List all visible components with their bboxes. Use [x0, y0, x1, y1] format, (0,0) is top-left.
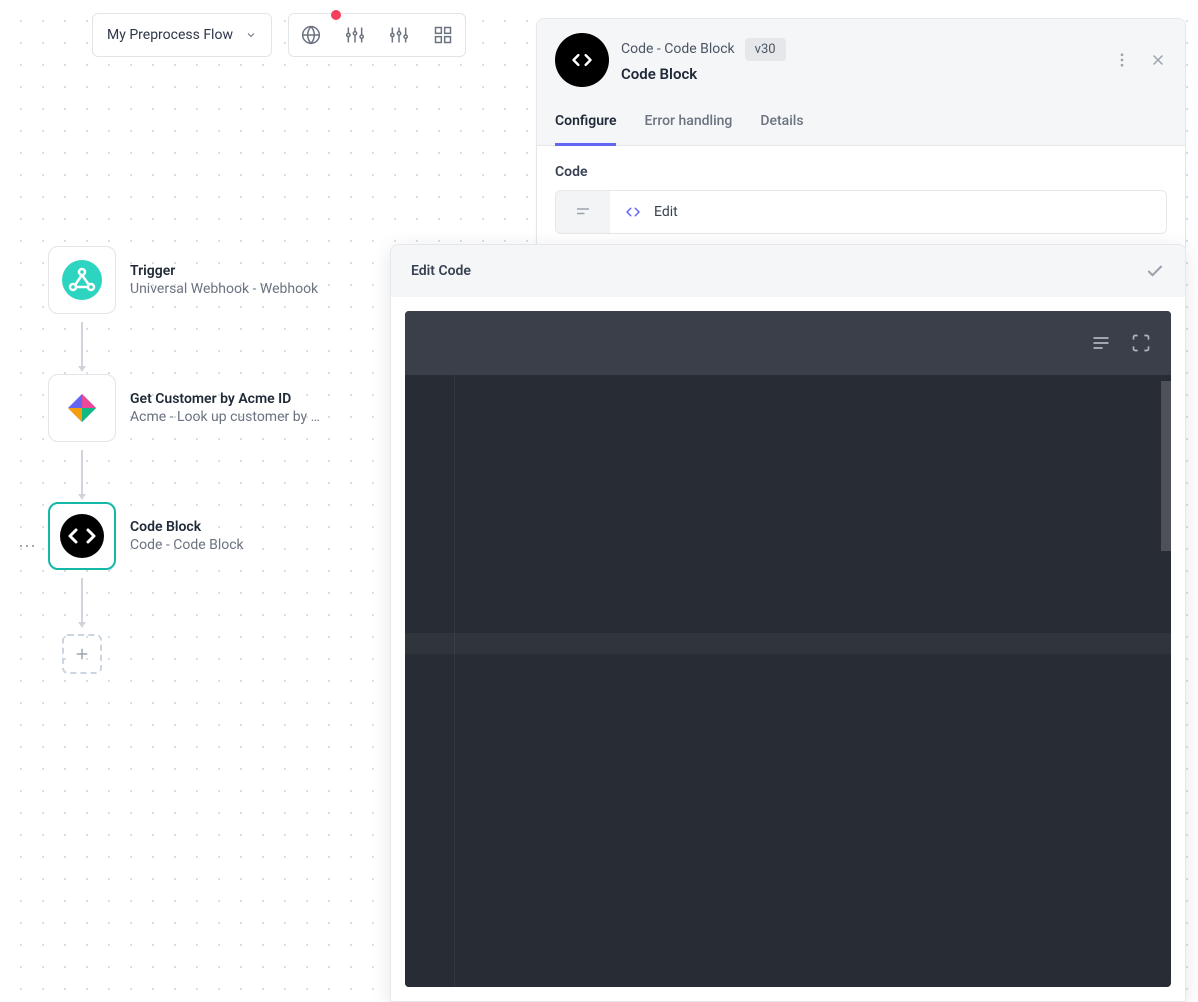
node-title: Trigger [130, 263, 318, 279]
panel-close-button[interactable] [1149, 51, 1167, 69]
flow-selector-dropdown[interactable]: My Preprocess Flow [92, 13, 272, 57]
sliders-button-1[interactable] [333, 13, 377, 57]
acme-icon [65, 391, 99, 425]
node-title: Code Block [130, 519, 244, 535]
node-icon-webhook [48, 246, 116, 314]
node-subtitle: Universal Webhook - Webhook [130, 281, 318, 297]
code-icon [568, 46, 596, 74]
node-subtitle: Code - Code Block [130, 537, 244, 553]
code-editor[interactable] [405, 311, 1171, 987]
grid-button[interactable] [421, 13, 465, 57]
globe-button[interactable] [289, 13, 333, 57]
node-icon-acme [48, 374, 116, 442]
edit-label: Edit [654, 204, 678, 220]
code-icon [59, 513, 105, 559]
node-title: Get Customer by Acme ID [130, 391, 320, 407]
code-input-row: Edit [555, 190, 1167, 234]
node-label: Trigger Universal Webhook - Webhook [130, 263, 318, 297]
version-badge: v30 [745, 38, 786, 61]
plus-icon [73, 645, 91, 663]
editor-title: Edit Code [411, 263, 471, 279]
breadcrumb-text: Code - Code Block [621, 41, 735, 57]
sliders-icon [389, 25, 409, 45]
flow-name-label: My Preprocess Flow [107, 27, 233, 43]
flow-node-code-block[interactable]: Code Block Code - Code Block [48, 502, 320, 570]
tab-details[interactable]: Details [760, 103, 803, 145]
panel-header: Code - Code Block v30 Code Block [537, 19, 1185, 93]
top-toolbar: My Preprocess Flow [92, 13, 466, 57]
globe-icon [301, 25, 321, 45]
close-icon [1149, 51, 1167, 69]
text-lines-icon [574, 203, 592, 221]
code-content[interactable] [405, 375, 1171, 987]
editor-header: Edit Code [391, 245, 1185, 297]
wrap-icon [1091, 333, 1111, 353]
panel-menu-button[interactable] [1113, 51, 1131, 69]
sliders-icon [345, 25, 365, 45]
node-icon-code [48, 502, 116, 570]
flow-node-trigger[interactable]: Trigger Universal Webhook - Webhook [48, 246, 320, 314]
chevron-down-icon [245, 29, 257, 41]
fullscreen-button[interactable] [1131, 333, 1151, 353]
node-label: Code Block Code - Code Block [130, 519, 244, 553]
input-type-indicator[interactable] [556, 191, 610, 233]
add-step-button[interactable] [62, 634, 102, 674]
panel-breadcrumb: Code - Code Block v30 [621, 38, 1101, 61]
tab-error-handling[interactable]: Error handling [644, 103, 732, 145]
sliders-button-2[interactable] [377, 13, 421, 57]
editor-body [391, 297, 1185, 1001]
panel-body: Code Edit [537, 146, 1185, 252]
notification-dot [331, 10, 341, 20]
drag-handle-icon[interactable]: ⋯ [18, 536, 38, 557]
panel-title: Code Block [621, 65, 1101, 83]
editor-confirm-button[interactable] [1145, 261, 1165, 281]
webhook-icon [60, 258, 104, 302]
check-icon [1145, 261, 1165, 281]
node-connector [48, 442, 116, 502]
code-brackets-icon [624, 203, 642, 221]
flow-canvas: ⋯ Trigger Universal Webhook - Webhook Ge… [48, 246, 320, 674]
more-vertical-icon [1113, 51, 1131, 69]
node-subtitle: Acme - Look up customer by … [130, 409, 320, 425]
toolbar-actions-group [288, 13, 466, 57]
grid-icon [433, 25, 453, 45]
wrap-lines-button[interactable] [1091, 333, 1111, 353]
tab-configure[interactable]: Configure [555, 103, 616, 146]
panel-tabs: Configure Error handling Details [537, 93, 1185, 146]
minimap-scroll-marker[interactable] [1161, 381, 1171, 551]
panel-actions [1113, 51, 1167, 69]
code-text-area[interactable] [455, 375, 1171, 987]
code-field-label: Code [555, 164, 1167, 180]
line-number-gutter [405, 375, 455, 987]
node-connector [48, 314, 116, 374]
maximize-icon [1131, 333, 1151, 353]
code-editor-toolbar [405, 311, 1171, 375]
panel-header-code-icon [555, 33, 609, 87]
node-label: Get Customer by Acme ID Acme - Look up c… [130, 391, 320, 425]
code-edit-trigger[interactable]: Edit [610, 191, 1166, 233]
flow-node-get-customer[interactable]: Get Customer by Acme ID Acme - Look up c… [48, 374, 320, 442]
panel-header-text: Code - Code Block v30 Code Block [621, 38, 1101, 83]
config-panel: Code - Code Block v30 Code Block Configu… [536, 18, 1186, 253]
node-connector [48, 570, 116, 630]
code-editor-popup: Edit Code [390, 244, 1186, 1002]
